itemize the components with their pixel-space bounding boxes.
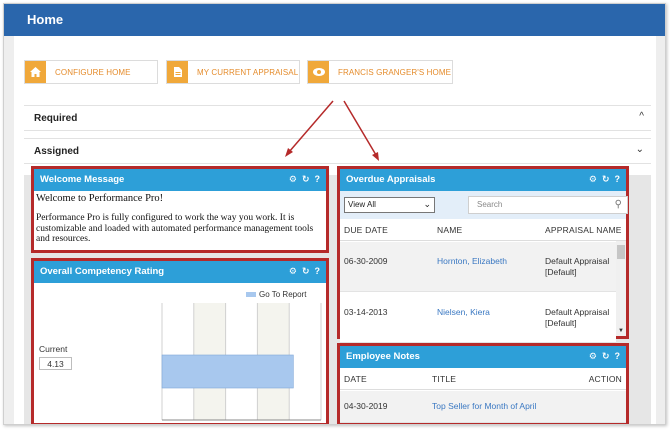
table-row[interactable]: 06-30-2009 Hornton, Elizabeth Default Ap… [340,242,616,292]
scroll-down-icon[interactable]: ▼ [618,328,624,334]
table-scrollbar[interactable]: ▼ [616,241,626,336]
refresh-icon[interactable]: ↻ [302,173,310,185]
home-icon [25,61,46,83]
view-filter-value: View All [348,200,376,209]
column-header-due-date[interactable]: DUE DATE [344,225,388,235]
widget-title: Overdue Appraisals [346,174,436,185]
view-filter-select[interactable]: View All ⌄ [344,197,435,213]
column-header-date[interactable]: DATE [344,374,367,384]
search-icon[interactable]: ⚲ [615,199,622,210]
search-placeholder: Search [477,200,503,209]
due-date-cell: 03-14-2013 [344,307,388,317]
employee-name-link[interactable]: Nielsen, Kiera [437,307,490,318]
help-icon[interactable]: ? [615,173,621,185]
welcome-body: Welcome to Performance Pro! Performance … [36,193,324,245]
widget-title: Employee Notes [346,351,420,362]
widget-header: Employee Notes ⚙ ↻ ? [340,346,626,368]
widget-header: Overdue Appraisals ⚙ ↻ ? [340,169,626,191]
document-icon [167,61,188,83]
gear-icon[interactable]: ⚙ [589,173,597,185]
scrollbar-thumb[interactable] [617,245,625,259]
employee-notes-widget: Employee Notes ⚙ ↻ ? DATE TITLE ACTION 0… [337,343,629,424]
competency-chart: 012345 [161,303,322,421]
francis-granger-home-label: FRANCIS GRANGER'S HOME [338,67,452,77]
chevron-up-icon[interactable]: ^ [639,111,644,122]
top-bar: Home [4,4,665,36]
table-row[interactable]: 03-14-2013 Nielsen, Kiera Default Apprai… [340,293,616,343]
competency-rating-widget: Overall Competency Rating ⚙ ↻ ? Go To Re… [31,258,329,424]
refresh-icon[interactable]: ↻ [602,350,610,362]
column-header-name[interactable]: NAME [437,225,462,235]
section-assigned-label: Assigned [34,146,80,157]
chevron-down-icon[interactable]: ⌄ [636,144,644,155]
eye-icon [308,61,329,83]
my-current-appraisal-label: MY CURRENT APPRAISAL [197,67,299,77]
app-window: Home CONFIGURE HOME MY CURRENT APPRAISAL… [3,3,666,425]
refresh-icon[interactable]: ↻ [602,173,610,185]
table-header: DUE DATE NAME APPRAISAL NAME [340,219,626,241]
section-assigned[interactable]: Assigned ⌄ [24,138,651,164]
widget-title: Welcome Message [40,174,125,185]
note-date-cell: 04-30-2019 [344,401,388,411]
bar-current [161,354,294,389]
due-date-cell: 06-30-2009 [344,256,388,266]
dashboard-area: Welcome Message ⚙ ↻ ? Welcome to Perform… [24,166,651,424]
francis-granger-home-button[interactable]: FRANCIS GRANGER'S HOME [307,60,453,84]
table-row[interactable]: 04-30-2019 Top Seller for Month of April [340,391,626,423]
table-header: DATE TITLE ACTION [340,368,626,390]
appraisal-name-cell: Default Appraisal [Default] [545,256,610,277]
home-content: CONFIGURE HOME MY CURRENT APPRAISAL FRAN… [14,36,656,424]
filter-bar: View All ⌄ Search ⚲ [340,191,628,219]
section-required[interactable]: Required ^ [24,105,651,131]
column-header-action[interactable]: ACTION [589,374,622,384]
welcome-heading: Welcome to Performance Pro! [36,193,164,204]
chevron-down-icon: ⌄ [423,199,431,209]
column-header-appraisal-name[interactable]: APPRAISAL NAME [545,225,622,235]
employee-name-link[interactable]: Hornton, Elizabeth [437,256,507,267]
column-header-title[interactable]: TITLE [432,374,456,384]
help-icon[interactable]: ? [315,173,321,185]
welcome-text: Performance Pro is fully configured to w… [36,213,314,244]
welcome-message-widget: Welcome Message ⚙ ↻ ? Welcome to Perform… [31,166,329,253]
widget-header: Welcome Message ⚙ ↻ ? [34,169,326,191]
overdue-appraisals-widget: Overdue Appraisals ⚙ ↻ ? View All ⌄ Sear… [337,166,629,343]
configure-home-label: CONFIGURE HOME [55,67,131,77]
gear-icon[interactable]: ⚙ [589,350,597,362]
note-title-link[interactable]: Top Seller for Month of April [432,401,536,412]
appraisal-name-cell: Default Appraisal [Default] [545,307,610,328]
section-required-label: Required [34,113,78,124]
page-title: Home [27,12,64,27]
search-input[interactable]: Search ⚲ [468,196,628,214]
my-current-appraisal-button[interactable]: MY CURRENT APPRAISAL [166,60,300,84]
configure-home-button[interactable]: CONFIGURE HOME [24,60,158,84]
help-icon[interactable]: ? [615,350,621,362]
gear-icon[interactable]: ⚙ [289,173,297,185]
